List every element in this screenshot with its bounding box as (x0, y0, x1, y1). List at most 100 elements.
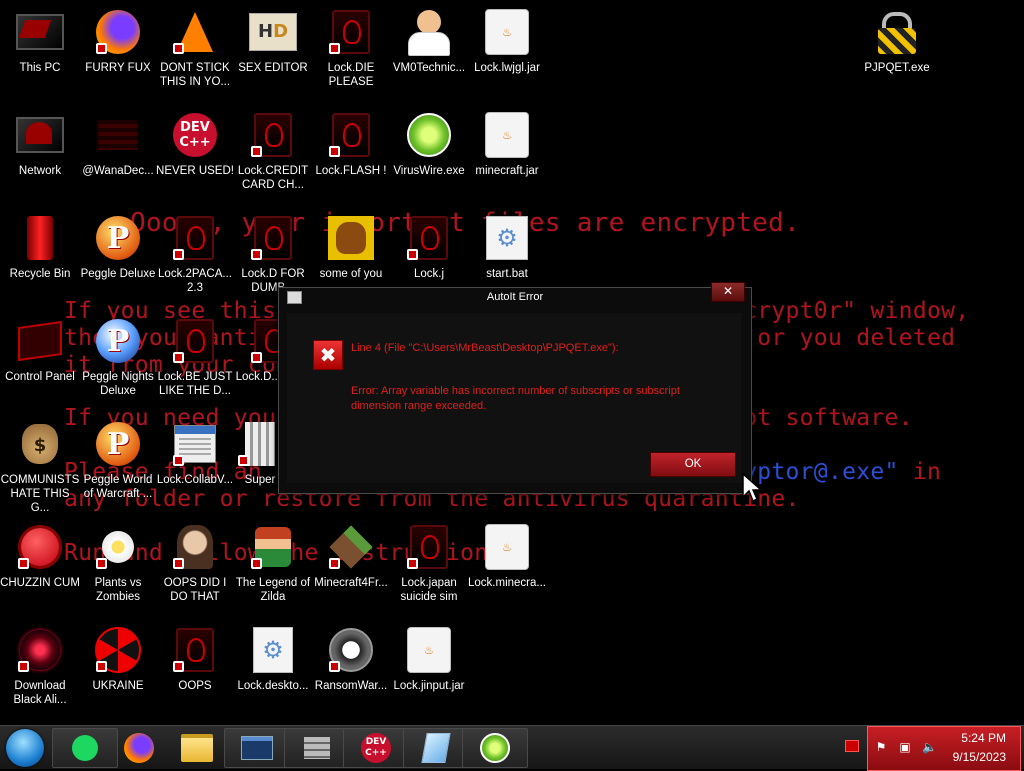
hxd-icon: HD (249, 8, 297, 56)
desktop-icon-vm0technic[interactable]: VM0Technic... (389, 8, 469, 75)
icon-label: CHUZZIN CUM (0, 577, 80, 589)
taskbar-dev-cpp[interactable]: DEV C++ (343, 728, 409, 768)
icon-label: Lock.2PACA... 2.3 (158, 268, 232, 294)
desktop-icon-chuzzin[interactable]: CHUZZIN CUM (0, 523, 80, 590)
window-icon (241, 736, 273, 760)
desktop-icon-lock-desktop[interactable]: ⚙ Lock.deskto... (233, 626, 313, 693)
desktop-icon-lock-die-please[interactable]: Lock.DIE PLEASE (311, 8, 391, 89)
icon-label: Lock.CREDIT CARD CH... (237, 165, 309, 191)
desktop-icon-lock-flash[interactable]: Lock.FLASH ! (311, 111, 391, 178)
icon-label: Download Black Ali... (13, 680, 67, 706)
desktop-icon-furry-fux[interactable]: FURRY FUX (78, 8, 158, 75)
network-icon[interactable]: ▣ (898, 740, 912, 754)
desktop-icon-download-black[interactable]: Download Black Ali... (0, 626, 80, 707)
error-icon: ✖ (313, 340, 343, 370)
desktop-icon-recycle-bin[interactable]: Recycle Bin (0, 214, 80, 281)
icon-label: start.bat (486, 268, 528, 280)
desktop-icon-peggle-wow[interactable]: P Peggle World of Warcraft ... (78, 420, 158, 501)
dog-picture-icon (327, 214, 375, 262)
desktop-icon-minecraft-jar[interactable]: ♨ minecraft.jar (467, 111, 547, 178)
desktop-icon-pjpqet[interactable]: PJPQET.exe (857, 8, 937, 75)
taskbar-limewire[interactable] (462, 728, 528, 768)
desktop-icon-lock-credit-card[interactable]: Lock.CREDIT CARD CH... (233, 111, 313, 192)
limewire-icon (405, 111, 453, 159)
icon-label: FURRY FUX (85, 62, 151, 74)
lock-file-icon (327, 111, 375, 159)
dialog-body: ✖ Line 4 (File "C:\Users\MrBeast\Desktop… (287, 313, 763, 503)
taskbar-window-app[interactable] (224, 728, 290, 768)
desktop-icon-network[interactable]: Network (0, 111, 80, 178)
portrait-icon (171, 523, 219, 571)
dev-cpp-icon: DEV C++ (361, 733, 391, 763)
desktop-icon-communists[interactable]: $ COMMUNISTS HATE THIS G... (0, 420, 80, 515)
desktop-icon-sex-editor[interactable]: HD SEX EDITOR (233, 8, 313, 75)
desktop-icon-ukraine[interactable]: UKRAINE (78, 626, 158, 693)
sprite-icon (249, 523, 297, 571)
taskbar-wall-app[interactable] (284, 728, 350, 768)
clock-time[interactable]: 5:24 PM (961, 731, 1006, 745)
skull-icon (327, 626, 375, 674)
java-icon: ♨ (483, 8, 531, 56)
batch-file-icon: ⚙ (483, 214, 531, 262)
desktop-icon-legend-of-zilda[interactable]: The Legend of Zilda (233, 523, 313, 604)
java-icon: ♨ (405, 626, 453, 674)
icon-label: Lock.deskto... (237, 680, 309, 692)
radiation-icon (94, 626, 142, 674)
desktop-icon-oops-did-i[interactable]: OOPS DID I DO THAT (155, 523, 235, 604)
desktop-icon-some-of-you[interactable]: some of you (311, 214, 391, 281)
desktop-icon-wanadecryptor[interactable]: @WanaDec... (78, 111, 158, 178)
desktop-icon-minecraft4fr[interactable]: Minecraft4Fr... (311, 523, 391, 590)
icon-label: The Legend of Zilda (235, 577, 311, 603)
desktop-icon-lock-lwjgl[interactable]: ♨ Lock.lwjgl.jar (467, 8, 547, 75)
dialog-titlebar[interactable]: AutoIt Error ✕ (279, 282, 751, 306)
taskbar-file-explorer[interactable] (164, 728, 230, 768)
icon-label: Plants vs Zombies (94, 577, 142, 603)
icon-label: Recycle Bin (9, 268, 71, 280)
desktop-icon-lock-japan[interactable]: Lock.japan suicide sim (389, 523, 469, 604)
doctor-icon (405, 8, 453, 56)
clock-date[interactable]: 9/15/2023 (953, 750, 1006, 764)
flag-icon[interactable] (845, 740, 859, 752)
desktop-icon-lock-be-just-like[interactable]: Lock.BE JUST LIKE THE D... (155, 317, 235, 398)
lock-file-icon (249, 214, 297, 262)
dialog-title: AutoIt Error (486, 291, 544, 303)
desktop-icon-start-bat[interactable]: ⚙ start.bat (467, 214, 547, 281)
action-center-flag-icon[interactable]: ⚑ (874, 740, 888, 754)
icon-label: UKRAINE (92, 680, 144, 692)
desktop-icon-plants-vs-zombies[interactable]: Plants vs Zombies (78, 523, 158, 604)
padlock-icon (873, 8, 921, 56)
taskbar-firefox[interactable] (106, 728, 172, 768)
desktop-icon-this-pc[interactable]: This PC (0, 8, 80, 75)
desktop-icon-oops[interactable]: OOPS (155, 626, 235, 693)
icon-label: OOPS DID I DO THAT (163, 577, 227, 603)
app-icon (287, 291, 302, 304)
desktop-icon-lock-jinput[interactable]: ♨ Lock.jinput.jar (389, 626, 469, 693)
desktop-icon-peggle-deluxe[interactable]: P Peggle Deluxe (78, 214, 158, 281)
close-button[interactable]: ✕ (711, 282, 745, 302)
taskbar-notepad[interactable] (403, 728, 469, 768)
network-icon (16, 111, 64, 159)
monitor-icon (16, 8, 64, 56)
lock-file-icon (405, 523, 453, 571)
desktop-icon-lock-minecraft[interactable]: ♨ Lock.minecra... (467, 523, 547, 590)
desktop-icon-never-used[interactable]: DEV C++ NEVER USED! (155, 111, 235, 178)
desktop-icon-dont-stick[interactable]: DONT STICK THIS IN YO... (155, 8, 235, 89)
desktop-icon-viruswire[interactable]: VirusWire.exe (389, 111, 469, 178)
desktop-icon-lock-2paca[interactable]: Lock.2PACA... 2.3 (155, 214, 235, 295)
icon-label: Network (18, 165, 62, 177)
desktop-icon-ransomware[interactable]: RansomWar... (311, 626, 391, 693)
system-tray: ⚑ ▣ 🔈 5:24 PM 9/15/2023 (867, 726, 1021, 771)
icon-label: SEX EDITOR (238, 62, 308, 74)
desktop-icon-control-panel[interactable]: Control Panel (0, 317, 80, 384)
desktop-icon-lock-d-for-dumb[interactable]: Lock.D FOR DUMB... (233, 214, 313, 295)
volume-icon[interactable]: 🔈 (922, 740, 937, 754)
icon-label: Control Panel (5, 371, 75, 383)
java-icon: ♨ (483, 111, 531, 159)
desktop-icon-lock-j[interactable]: Lock.j (389, 214, 469, 281)
lock-file-icon (249, 111, 297, 159)
ok-button[interactable]: OK (650, 452, 736, 477)
start-button[interactable] (6, 729, 44, 767)
desktop-icon-peggle-nights[interactable]: P Peggle Nights Deluxe (78, 317, 158, 398)
icon-label: some of you (319, 268, 383, 280)
icon-label: Lock.japan suicide sim (400, 577, 458, 603)
